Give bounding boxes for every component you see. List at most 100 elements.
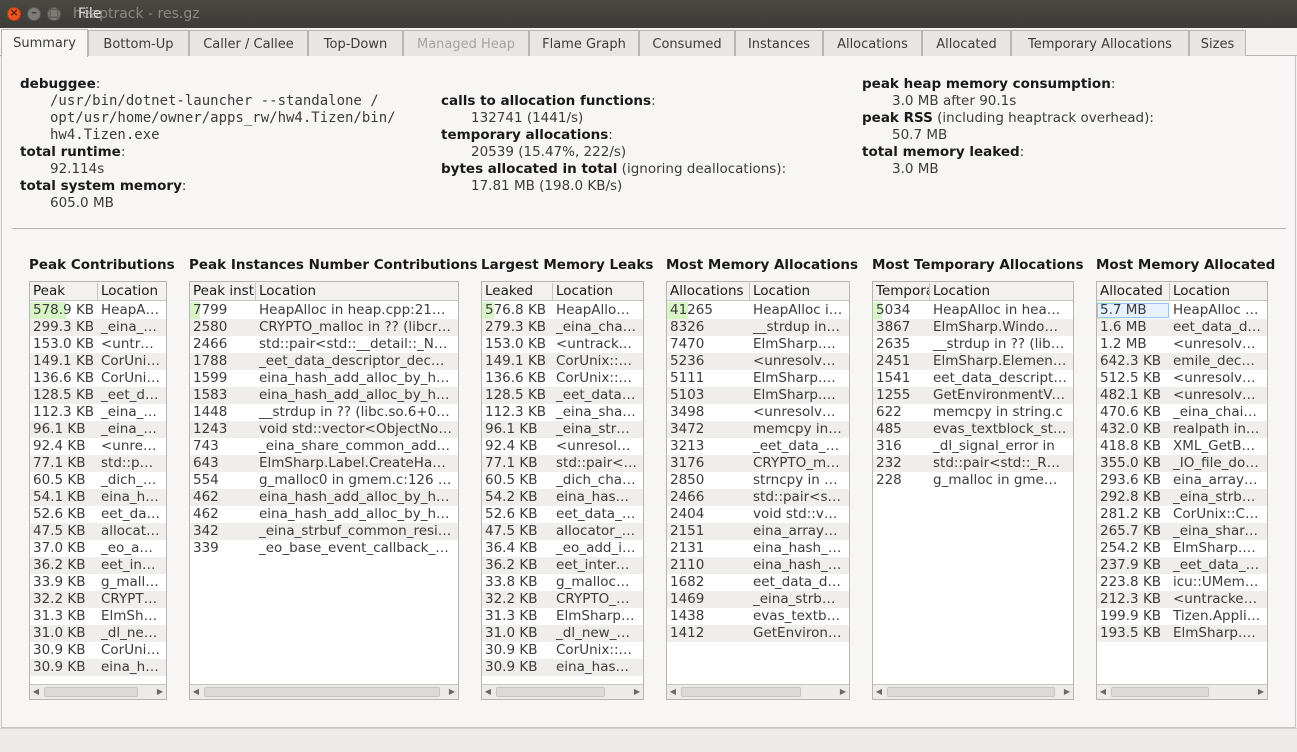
horizontal-scrollbar[interactable]: ◀ ▶ bbox=[482, 684, 643, 699]
table-row[interactable]: 1788 _eet_data_descriptor_decode bbox=[190, 353, 458, 370]
table-row[interactable]: 316 _dl_signal_error in bbox=[873, 438, 1073, 455]
column-header-value[interactable]: Allocated bbox=[1097, 283, 1169, 301]
table-row[interactable]: 223.8 KB icu::UMemory::new bbox=[1097, 574, 1267, 591]
column-header-location[interactable]: Location bbox=[749, 283, 849, 301]
table-row[interactable]: 128.5 KB _eet_data_descriptor bbox=[30, 387, 166, 404]
tab-top-down[interactable]: Top-Down bbox=[308, 30, 403, 56]
tab-caller-callee[interactable]: Caller / Callee bbox=[189, 30, 308, 56]
table-row[interactable]: 1469 _eina_strbuf_common bbox=[667, 591, 849, 608]
table-row[interactable]: 342 _eina_strbuf_common_resize bbox=[190, 523, 458, 540]
scroll-left-icon[interactable]: ◀ bbox=[30, 685, 42, 699]
table-row[interactable]: 92.4 KB <unresolved function> bbox=[482, 438, 643, 455]
scroll-thumb[interactable] bbox=[204, 687, 440, 697]
scroll-left-icon[interactable]: ◀ bbox=[482, 685, 494, 699]
most-allocated-table[interactable]: AllocatedLocation5.7 MBHeapAlloc in heap… bbox=[1096, 281, 1268, 700]
table-row[interactable]: 33.9 KB g_malloc0 in gmem.c bbox=[30, 574, 166, 591]
table-row[interactable]: 37.0 KB _eo_add_internal bbox=[30, 540, 166, 557]
table-row[interactable]: 149.1 KB CorUnix::CPalObjectBase bbox=[30, 353, 166, 370]
table-row[interactable]: 128.5 KB _eet_data_descriptor bbox=[482, 387, 643, 404]
table-row[interactable]: 96.1 KB _eina_strbuf_common bbox=[30, 421, 166, 438]
table-row[interactable]: 2110 eina_hash_add_alloc bbox=[667, 557, 849, 574]
table-row[interactable]: 1448 __strdup in ?? (libc.so.6+0x7a) bbox=[190, 404, 458, 421]
most-temporary-table[interactable]: TemporaryLocation5034HeapAlloc in heap.c… bbox=[872, 281, 1074, 700]
table-row[interactable]: 1438 evas_textblock bbox=[667, 608, 849, 625]
table-row[interactable]: 31.3 KB ElmSharp.Label bbox=[482, 608, 643, 625]
column-header-location[interactable]: Location bbox=[552, 283, 643, 301]
table-row[interactable]: 3472 memcpy in string bbox=[667, 421, 849, 438]
table-row[interactable]: 52.6 KB eet_data_descriptor bbox=[482, 506, 643, 523]
table-row[interactable]: 2466 std::pair<std::__detail::_Node> bbox=[190, 336, 458, 353]
scroll-left-icon[interactable]: ◀ bbox=[190, 685, 202, 699]
table-row[interactable]: 5034 HeapAlloc in heap.cpp bbox=[873, 302, 1073, 319]
table-row[interactable]: 5.7 MB HeapAlloc in heap bbox=[1097, 302, 1267, 319]
column-header-value[interactable]: Allocations bbox=[667, 283, 749, 301]
table-row[interactable]: 52.6 KB eet_data_descriptor bbox=[30, 506, 166, 523]
table-row[interactable]: 1.2 MB <unresolved function> bbox=[1097, 336, 1267, 353]
peak-instances-table[interactable]: Peak instancesLocation7799HeapAlloc in h… bbox=[189, 281, 459, 700]
table-row[interactable]: 54.1 KB eina_hash_add_alloc bbox=[30, 489, 166, 506]
table-row[interactable]: 279.3 KB _eina_chained_mempool bbox=[482, 319, 643, 336]
table-row[interactable]: 265.7 KB _eina_share_common bbox=[1097, 523, 1267, 540]
table-row[interactable]: 112.3 KB _eina_share_common bbox=[30, 404, 166, 421]
maximize-window-button[interactable]: □ bbox=[47, 6, 61, 21]
tab-bottom-up[interactable]: Bottom-Up bbox=[88, 30, 189, 56]
table-row[interactable]: 54.2 KB eina_hash_add_alloc bbox=[482, 489, 643, 506]
table-row[interactable]: 2151 eina_array_grow bbox=[667, 523, 849, 540]
table-row[interactable]: 77.1 KB std::pair<std:: bbox=[30, 455, 166, 472]
scroll-right-icon[interactable]: ▶ bbox=[631, 685, 643, 699]
table-row[interactable]: 36.2 KB eet_internal_read bbox=[30, 557, 166, 574]
table-row[interactable]: 254.2 KB ElmSharp.Label bbox=[1097, 540, 1267, 557]
table-row[interactable]: 112.3 KB _eina_share_common bbox=[482, 404, 643, 421]
horizontal-scrollbar[interactable]: ◀ ▶ bbox=[873, 684, 1073, 699]
table-row[interactable]: 743 _eina_share_common_add_length bbox=[190, 438, 458, 455]
scroll-thumb[interactable] bbox=[44, 687, 138, 697]
horizontal-scrollbar[interactable]: ◀ ▶ bbox=[667, 684, 849, 699]
table-row[interactable]: 32.2 KB CRYPTO_malloc bbox=[30, 591, 166, 608]
table-row[interactable]: 149.1 KB CorUnix::CPalObject bbox=[482, 353, 643, 370]
column-header-location[interactable]: Location bbox=[1169, 283, 1267, 301]
table-row[interactable]: 5103 ElmSharp.Container bbox=[667, 387, 849, 404]
table-row[interactable]: 2850 strncpy in string bbox=[667, 472, 849, 489]
table-row[interactable]: 1682 eet_data_descriptor bbox=[667, 574, 849, 591]
table-row[interactable]: 1583 eina_hash_add_alloc_by_hash bbox=[190, 387, 458, 404]
table-row[interactable]: 7799 HeapAlloc in heap.cpp:216 (libcorecl… bbox=[190, 302, 458, 319]
table-row[interactable]: 2451 ElmSharp.Element.Create bbox=[873, 353, 1073, 370]
scroll-thumb[interactable] bbox=[496, 687, 605, 697]
table-row[interactable]: 1243 void std::vector<ObjectNode> bbox=[190, 421, 458, 438]
peak-contributions-table[interactable]: PeakLocation578.9 KB HeapAlloc in heap.cp… bbox=[29, 281, 167, 700]
table-row[interactable]: 355.0 KB _IO_file_doallocate bbox=[1097, 455, 1267, 472]
tab-flame-graph[interactable]: Flame Graph bbox=[529, 30, 639, 56]
tab-temporary-allocations[interactable]: Temporary Allocations bbox=[1011, 30, 1189, 56]
scroll-right-icon[interactable]: ▶ bbox=[154, 685, 166, 699]
scroll-thumb[interactable] bbox=[1111, 687, 1209, 697]
scroll-right-icon[interactable]: ▶ bbox=[1255, 685, 1267, 699]
table-row[interactable]: 3867 ElmSharp.Window.Create bbox=[873, 319, 1073, 336]
table-row[interactable]: 3498 <unresolved function> bbox=[667, 404, 849, 421]
table-row[interactable]: 30.9 KB CorUnix::CSynchData bbox=[482, 642, 643, 659]
table-row[interactable]: 292.8 KB _eina_strbuf_common bbox=[1097, 489, 1267, 506]
table-row[interactable]: 642.3 KB emile_decompress bbox=[1097, 353, 1267, 370]
table-row[interactable]: 47.5 KB allocator_alloc bbox=[30, 523, 166, 540]
table-row[interactable]: 193.5 KB ElmSharp.EvasObject bbox=[1097, 625, 1267, 642]
table-row[interactable]: 30.9 KB CorUnix::CSynchData bbox=[30, 642, 166, 659]
table-row[interactable]: 418.8 KB XML_GetBuffer bbox=[1097, 438, 1267, 455]
scroll-left-icon[interactable]: ◀ bbox=[873, 685, 885, 699]
table-row[interactable]: 485 evas_textblock_style bbox=[873, 421, 1073, 438]
close-window-button[interactable]: × bbox=[7, 6, 21, 21]
table-row[interactable]: 41265 HeapAlloc in heap bbox=[667, 302, 849, 319]
table-row[interactable]: 281.2 KB CorUnix::CPalObject bbox=[1097, 506, 1267, 523]
table-row[interactable]: 30.9 KB eina_hash_add bbox=[30, 659, 166, 676]
table-row[interactable]: 153.0 KB <untracked> bbox=[30, 336, 166, 353]
table-row[interactable]: 1412 GetEnvironmentVar bbox=[667, 625, 849, 642]
table-row[interactable]: 578.9 KB HeapAlloc in heap.cpp:216 bbox=[30, 302, 166, 319]
table-row[interactable]: 462 eina_hash_add_alloc_by_hash bbox=[190, 506, 458, 523]
table-row[interactable]: 77.1 KB std::pair<std:: bbox=[482, 455, 643, 472]
table-row[interactable]: 237.9 KB _eet_data_descriptor bbox=[1097, 557, 1267, 574]
table-row[interactable]: 36.2 KB eet_internal_read bbox=[482, 557, 643, 574]
scroll-right-icon[interactable]: ▶ bbox=[837, 685, 849, 699]
column-header-location[interactable]: Location bbox=[255, 283, 458, 301]
column-header-value[interactable]: Temporary bbox=[873, 283, 929, 301]
table-row[interactable]: 470.6 KB _eina_chained_mempool bbox=[1097, 404, 1267, 421]
scroll-thumb[interactable] bbox=[887, 687, 1055, 697]
table-row[interactable]: 482.1 KB <unresolved function> bbox=[1097, 387, 1267, 404]
